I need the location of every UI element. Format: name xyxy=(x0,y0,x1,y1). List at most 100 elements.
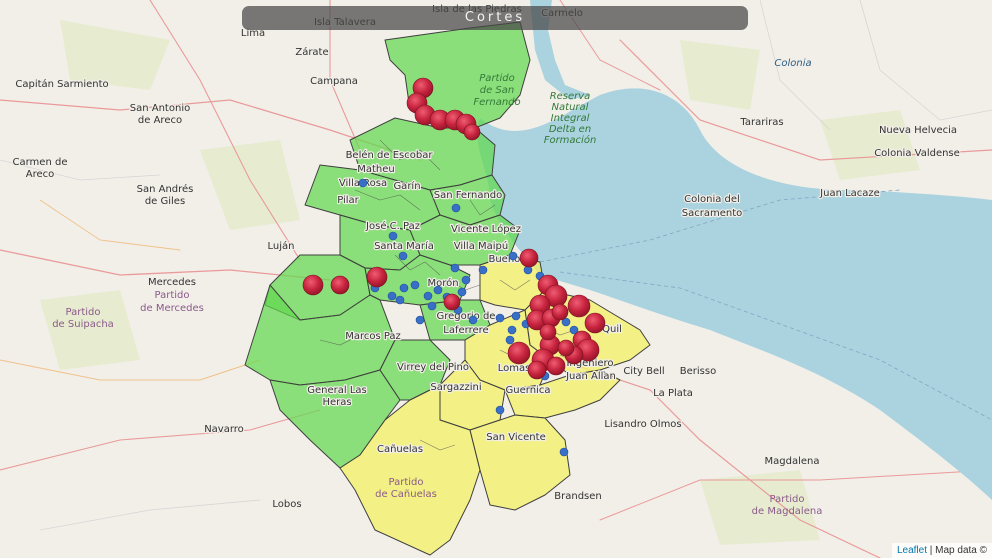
place-label: La Plata xyxy=(653,388,693,399)
place-label: Pilar xyxy=(337,195,359,206)
place-label: San Andrés xyxy=(137,183,194,195)
marker-red[interactable] xyxy=(330,275,350,295)
place-label: City Bell xyxy=(623,366,664,377)
marker-blue[interactable] xyxy=(507,325,517,335)
place-label: Colonia Valdense xyxy=(874,148,960,159)
place-label: San Fernando xyxy=(434,190,503,201)
marker-red[interactable] xyxy=(463,123,481,141)
place-label: de San xyxy=(480,85,515,96)
marker-blue[interactable] xyxy=(358,178,368,188)
place-label: Campana xyxy=(310,76,358,87)
marker-blue[interactable] xyxy=(495,405,505,415)
marker-blue[interactable] xyxy=(478,265,488,275)
marker-blue[interactable] xyxy=(450,263,460,273)
place-label: Heras xyxy=(322,397,351,408)
place-label: Juan Allan xyxy=(565,371,616,382)
place-label: Villa Maipú xyxy=(454,240,508,252)
marker-blue[interactable] xyxy=(495,313,505,323)
marker-blue[interactable] xyxy=(461,275,471,285)
marker-blue[interactable] xyxy=(508,251,518,261)
marker-red[interactable] xyxy=(539,323,557,341)
marker-blue[interactable] xyxy=(398,251,408,261)
attribution-separator: | xyxy=(927,545,936,556)
place-label: Areco xyxy=(26,169,55,180)
marker-blue[interactable] xyxy=(427,301,437,311)
place-label: Vicente López xyxy=(451,223,521,235)
place-label: de Areco xyxy=(138,115,182,126)
place-label: de Mercedes xyxy=(140,303,204,314)
place-label: Magdalena xyxy=(765,456,820,467)
place-label: Berisso xyxy=(680,366,716,377)
place-label: Morón xyxy=(427,277,458,289)
marker-blue[interactable] xyxy=(399,283,409,293)
place-label: Navarro xyxy=(204,424,244,435)
marker-red[interactable] xyxy=(366,266,388,288)
place-label: Sacramento xyxy=(682,208,742,219)
marker-blue[interactable] xyxy=(468,315,478,325)
place-label: Santa María xyxy=(374,240,434,252)
place-label: Carmen de xyxy=(13,157,68,168)
marker-red[interactable] xyxy=(443,293,461,311)
place-label: San Vicente xyxy=(486,432,545,443)
place-label: Brandsen xyxy=(554,491,602,502)
marker-red[interactable] xyxy=(546,356,566,376)
place-label: Tarariras xyxy=(739,117,783,128)
place-label: Partido xyxy=(389,477,424,488)
place-label: General Las xyxy=(307,385,367,396)
marker-blue[interactable] xyxy=(451,203,461,213)
place-label: de Suipacha xyxy=(52,319,114,330)
place-label: Reserva xyxy=(550,91,591,102)
place-label: Partido xyxy=(479,73,514,84)
marker-red[interactable] xyxy=(527,360,547,380)
place-label: Marcos Paz xyxy=(345,331,401,342)
place-label: San Antonio xyxy=(130,103,190,114)
place-label: Partido xyxy=(155,290,190,301)
marker-blue[interactable] xyxy=(511,311,521,321)
map-canvas[interactable]: Isla TalaveraIsla de las PiedrasCarmeloL… xyxy=(0,0,992,558)
marker-blue[interactable] xyxy=(433,285,443,295)
marker-blue[interactable] xyxy=(423,291,433,301)
map-title-bar: Cortes xyxy=(242,6,748,30)
marker-blue[interactable] xyxy=(387,291,397,301)
place-label: Colonia del xyxy=(684,194,740,205)
place-label: Delta en xyxy=(549,124,591,135)
map-title: Cortes xyxy=(464,10,526,25)
place-label: Fernando xyxy=(473,97,520,108)
place-label: Partido xyxy=(770,494,805,505)
marker-blue[interactable] xyxy=(457,287,467,297)
marker-blue[interactable] xyxy=(388,231,398,241)
place-label: Lomas xyxy=(498,363,531,374)
marker-blue[interactable] xyxy=(410,280,420,290)
place-label: Garín xyxy=(393,180,420,192)
place-label: de Giles xyxy=(145,196,185,207)
place-label: Formación xyxy=(544,134,597,146)
marker-blue[interactable] xyxy=(395,295,405,305)
place-label: José C. Paz xyxy=(365,220,420,232)
place-label: Lobos xyxy=(272,499,301,510)
marker-red[interactable] xyxy=(584,312,606,334)
place-label: Virrey del Pino xyxy=(397,362,469,373)
marker-blue[interactable] xyxy=(559,447,569,457)
marker-blue[interactable] xyxy=(415,315,425,325)
map-attribution: Leaflet | Map data © xyxy=(891,543,992,558)
marker-red[interactable] xyxy=(302,274,324,296)
place-label: Luján xyxy=(268,240,295,252)
marker-red[interactable] xyxy=(551,303,569,321)
marker-red[interactable] xyxy=(567,294,591,318)
marker-red[interactable] xyxy=(519,248,539,268)
place-label: Zárate xyxy=(295,46,328,58)
leaflet-link[interactable]: Leaflet xyxy=(897,545,927,556)
place-label: Quil xyxy=(602,324,622,335)
place-label: de Cañuelas xyxy=(375,489,437,500)
place-label: Sargazzini xyxy=(430,382,481,393)
marker-red[interactable] xyxy=(557,339,575,357)
place-label: Guernica xyxy=(506,385,551,396)
place-label: Lisandro Olmos xyxy=(604,419,681,430)
place-label: Natural xyxy=(552,102,589,113)
place-label: Laferrere xyxy=(443,325,488,336)
marker-red[interactable] xyxy=(507,341,531,365)
place-label: Gregorio de xyxy=(437,311,496,322)
place-label: Capitán Sarmiento xyxy=(15,78,108,90)
marker-blue[interactable] xyxy=(505,335,515,345)
place-label: Integral xyxy=(551,113,590,124)
